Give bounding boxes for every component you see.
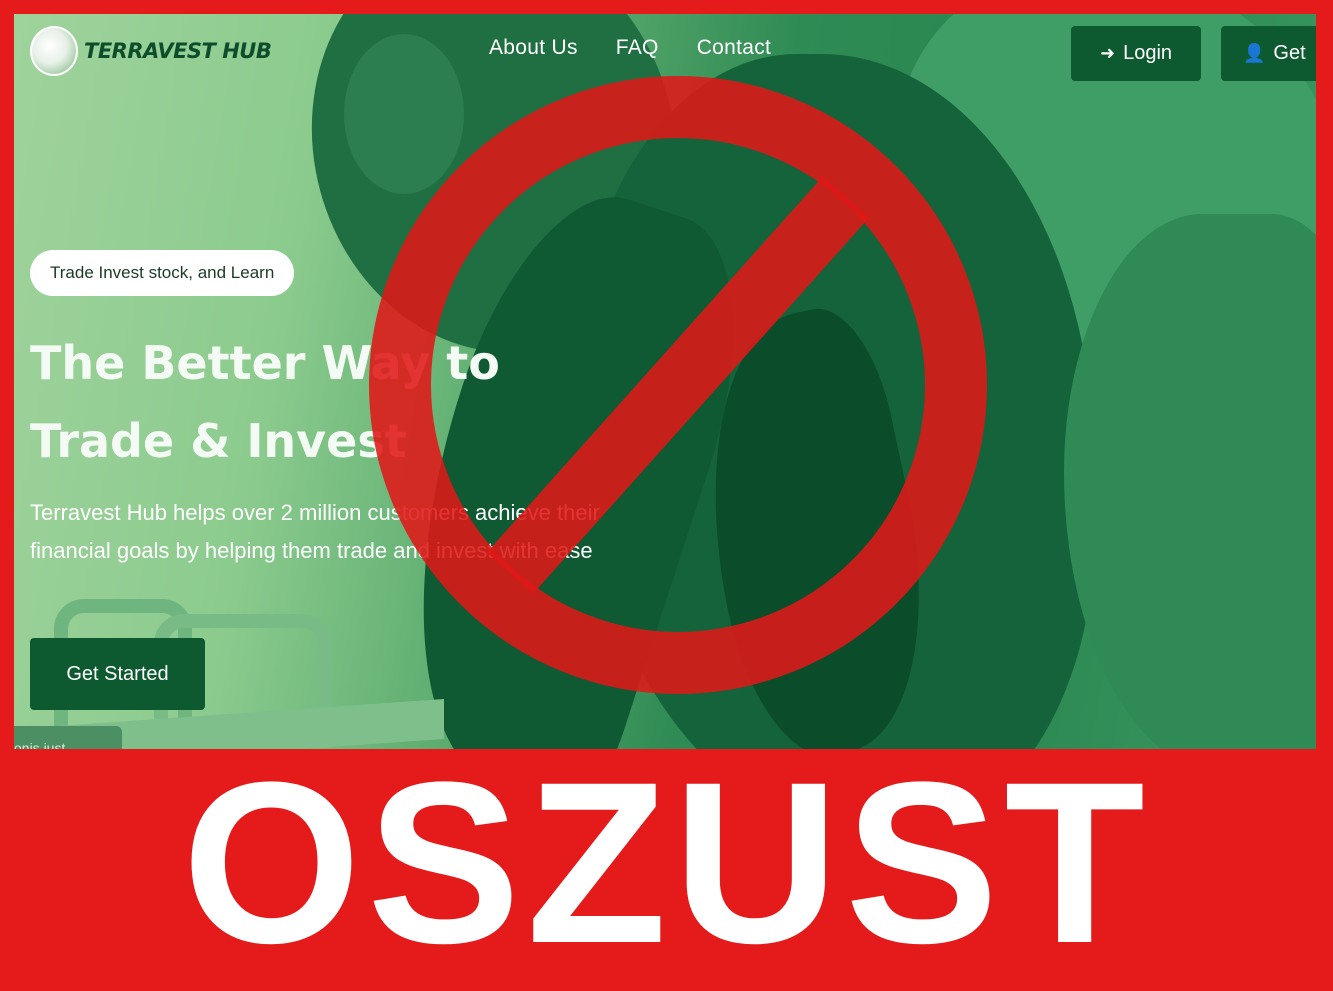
nav-item-faq[interactable]: FAQ bbox=[616, 36, 659, 60]
website-screenshot: TERRAVEST HUB About Us FAQ Contact ➜ Log… bbox=[14, 14, 1316, 749]
brand-logo[interactable]: TERRAVEST HUB bbox=[30, 26, 272, 76]
nav-item-contact[interactable]: Contact bbox=[697, 36, 771, 60]
prohibition-sign-icon bbox=[369, 76, 987, 694]
hero-tagline-pill: Trade Invest stock, and Learn bbox=[30, 250, 295, 296]
warning-banner: OSZUST bbox=[0, 733, 1333, 991]
get-label: Get bbox=[1273, 42, 1306, 64]
brand-name: TERRAVEST HUB bbox=[84, 39, 272, 63]
warning-text: OSZUST bbox=[182, 733, 1151, 991]
sign-in-icon: ➜ bbox=[1099, 43, 1116, 63]
get-started-button[interactable]: Get Started bbox=[30, 638, 205, 710]
nav-item-about-us[interactable]: About Us bbox=[489, 36, 578, 60]
lion-icon bbox=[30, 26, 78, 76]
login-label: Login bbox=[1123, 42, 1173, 64]
login-button[interactable]: ➜ Login bbox=[1071, 26, 1201, 81]
lion-mane-shape bbox=[1064, 214, 1316, 749]
main-nav: About Us FAQ Contact bbox=[489, 36, 771, 60]
notification-toast: onis just bbox=[14, 726, 122, 749]
get-started-header-button[interactable]: 👤 Get bbox=[1221, 26, 1316, 81]
user-plus-icon: 👤 bbox=[1243, 43, 1266, 63]
